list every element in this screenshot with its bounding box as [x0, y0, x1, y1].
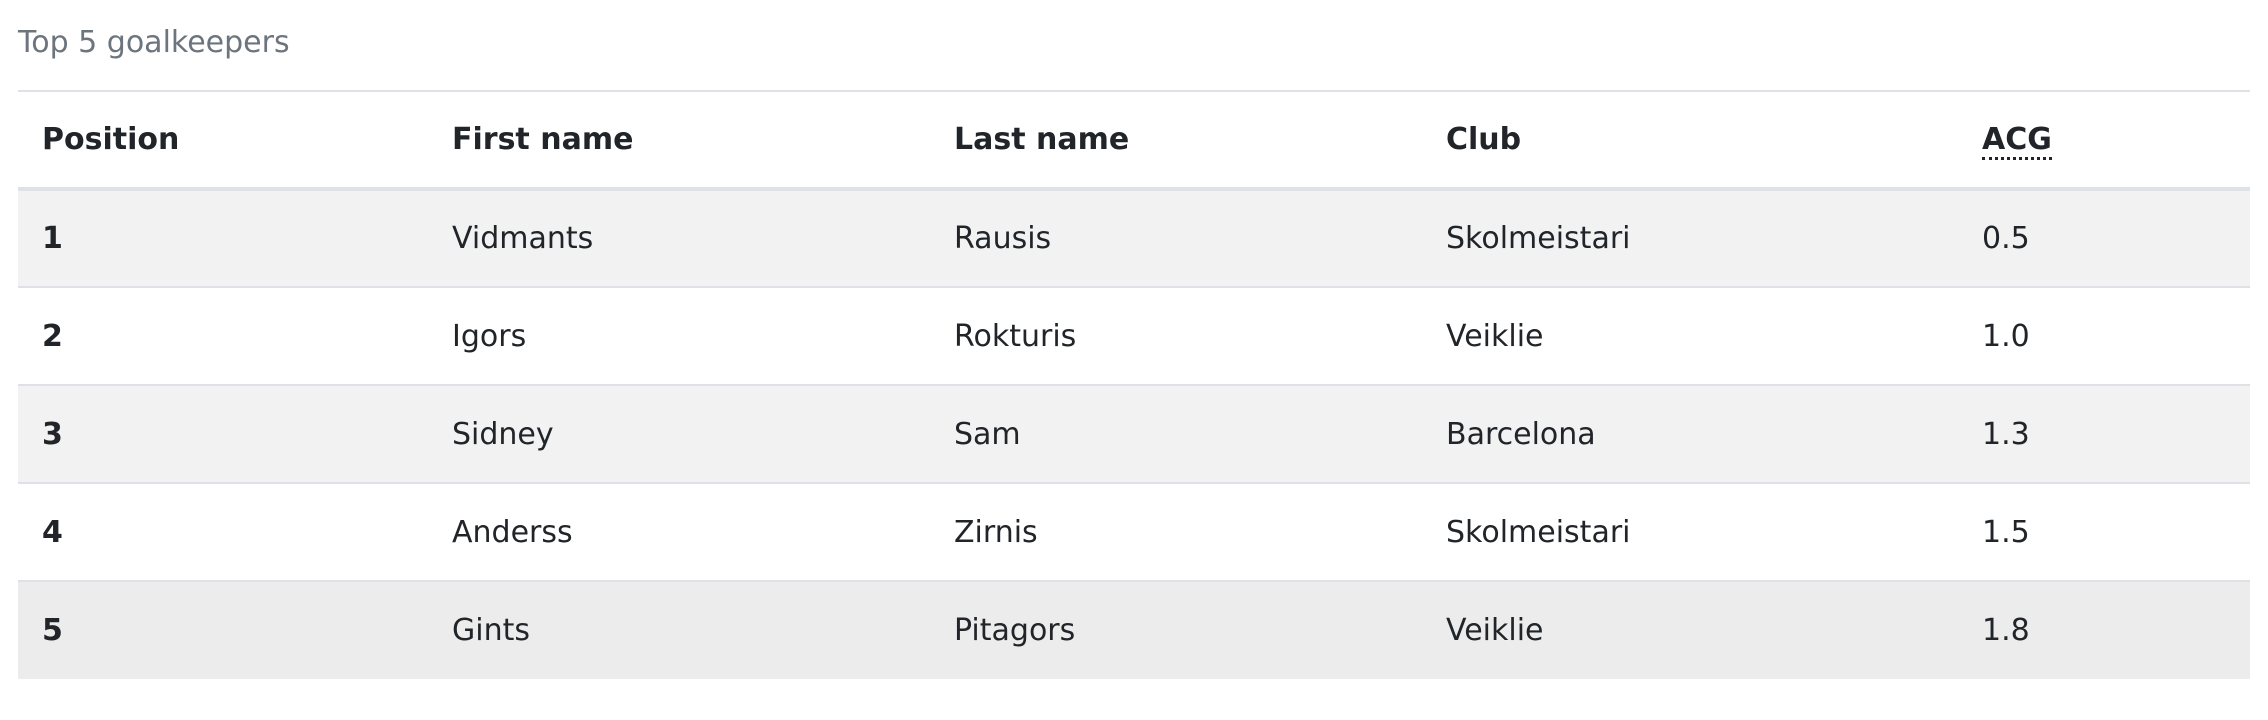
- cell-last-name: Rausis: [954, 221, 1052, 256]
- cell-position: 1: [42, 221, 63, 256]
- cell-last-name: Sam: [954, 416, 1021, 452]
- goalkeepers-table: Position First name Last name Club ACG 1…: [18, 90, 2250, 679]
- cell-position: 5: [42, 613, 63, 648]
- header-row: Position First name Last name Club ACG: [18, 91, 2250, 189]
- cell-acg: 1.0: [1982, 318, 2030, 354]
- goalkeepers-table-container: Top 5 goalkeepers Position First name La…: [18, 0, 2250, 679]
- header-first-name: First name: [452, 122, 634, 157]
- table-caption: Top 5 goalkeepers: [18, 25, 290, 60]
- cell-first-name: Gints: [452, 613, 530, 648]
- table-header: Position First name Last name Club ACG: [18, 91, 2250, 189]
- header-last-name: Last name: [954, 122, 1130, 157]
- table-body: 1 Vidmants Rausis Skolmeistari 0.5 2 Igo…: [18, 189, 2250, 679]
- cell-club: Barcelona: [1446, 416, 1596, 452]
- table-row: 5 Gints Pitagors Veiklie 1.8: [18, 581, 2250, 679]
- cell-position: 2: [42, 318, 63, 354]
- table-row: 4 Anderss Zirnis Skolmeistari 1.5: [18, 483, 2250, 581]
- header-position: Position: [42, 122, 180, 157]
- table-row: 3 Sidney Sam Barcelona 1.3: [18, 385, 2250, 483]
- cell-last-name: Rokturis: [954, 318, 1077, 354]
- cell-club: Skolmeistari: [1446, 221, 1631, 256]
- cell-first-name: Anderss: [452, 514, 573, 550]
- cell-club: Skolmeistari: [1446, 514, 1631, 550]
- cell-first-name: Sidney: [452, 416, 554, 452]
- cell-club: Veiklie: [1446, 318, 1544, 354]
- cell-last-name: Zirnis: [954, 514, 1038, 550]
- cell-first-name: Vidmants: [452, 221, 594, 256]
- table-row: 1 Vidmants Rausis Skolmeistari 0.5: [18, 189, 2250, 287]
- cell-acg: 1.8: [1982, 613, 2030, 648]
- cell-acg: 0.5: [1982, 221, 2030, 256]
- cell-acg: 1.3: [1982, 416, 2030, 452]
- cell-acg: 1.5: [1982, 514, 2030, 550]
- cell-club: Veiklie: [1446, 613, 1544, 648]
- cell-position: 3: [42, 416, 63, 452]
- cell-position: 4: [42, 514, 63, 550]
- table-row: 2 Igors Rokturis Veiklie 1.0: [18, 287, 2250, 385]
- cell-last-name: Pitagors: [954, 613, 1076, 648]
- header-acg: ACG: [1958, 91, 2250, 189]
- acg-abbreviation[interactable]: ACG: [1982, 122, 2052, 160]
- header-club: Club: [1446, 122, 1522, 157]
- cell-first-name: Igors: [452, 318, 527, 354]
